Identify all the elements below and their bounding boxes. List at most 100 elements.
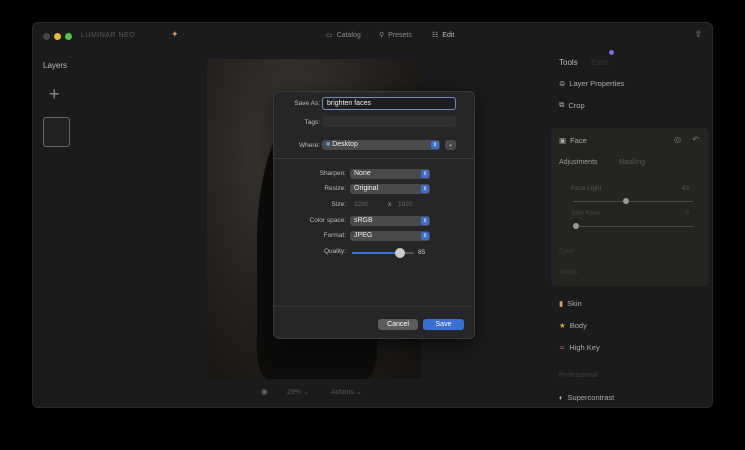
notification-dot	[609, 50, 614, 55]
save-as-label: Save As:	[294, 100, 320, 107]
sharpen-select[interactable]: None ⇕	[350, 169, 430, 179]
tool-crop[interactable]: ⧉ Crop	[559, 100, 585, 110]
layers-title: Layers	[43, 61, 68, 70]
nav-presets-label: Presets	[388, 31, 412, 39]
add-layer-button[interactable]: +	[49, 85, 60, 103]
tool-label: Supercontrast	[567, 393, 615, 402]
supercontrast-icon: ◐	[559, 393, 564, 402]
quality-value: 85	[418, 249, 426, 256]
face-header[interactable]: ▣ Face	[559, 136, 587, 145]
colorspace-select[interactable]: sRGB ⇕	[350, 216, 430, 226]
visibility-icon[interactable]: ◎	[674, 135, 681, 144]
tags-label: Tags:	[304, 119, 320, 126]
quality-label: Quality:	[323, 248, 346, 255]
divider	[274, 306, 474, 307]
actions-dropdown[interactable]: Actions ⌄	[331, 388, 362, 396]
slim-face-label: Slim Face	[571, 210, 600, 217]
colorspace-value: sRGB	[354, 217, 373, 224]
tab-adjustments[interactable]: Adjustments	[559, 159, 598, 166]
edits-tab[interactable]: Edits	[591, 58, 609, 67]
tool-skin[interactable]: ▮ Skin	[559, 299, 582, 308]
tools-tab[interactable]: Tools	[559, 58, 578, 67]
save-button[interactable]: Save	[423, 319, 464, 330]
tags-input[interactable]	[322, 116, 456, 127]
save-as-input[interactable]: brighten faces	[322, 97, 456, 110]
chevron-updown-icon: ⇕	[421, 232, 429, 240]
mouth-section[interactable]: Mouth	[559, 269, 577, 276]
nav-catalog-label: Catalog	[336, 31, 361, 39]
tool-body[interactable]: ★ Body	[559, 321, 587, 330]
resize-label: Resize:	[324, 185, 346, 192]
slider-knob[interactable]	[623, 198, 629, 204]
tool-label: Skin	[567, 299, 582, 308]
chevron-updown-icon: ⇕	[431, 141, 439, 149]
sharpen-label: Sharpen:	[319, 170, 346, 177]
where-select[interactable]: ■ Desktop ⇕	[322, 140, 440, 150]
cancel-button[interactable]: Cancel	[378, 319, 418, 330]
face-light-label: Face Light	[571, 185, 602, 192]
colorspace-label: Color space:	[309, 217, 347, 224]
tool-label: High Key	[569, 343, 600, 352]
app-window: LUMINAR NEO ✦ ▭ Catalog ⚲ Presets ☷ Edit ⇪ …	[32, 22, 713, 408]
resize-value: Original	[354, 185, 379, 192]
reset-icon[interactable]: ↶	[692, 135, 699, 144]
tool-high-key[interactable]: ≍ High Key	[559, 343, 600, 352]
zoom-value: 29%	[287, 389, 302, 396]
face-panel: ▣ Face ◎ ↶ Adjustments Masking Face Light…	[551, 128, 709, 286]
presets-icon: ⚲	[379, 32, 385, 39]
close-window-button[interactable]	[43, 33, 50, 40]
divider	[274, 158, 474, 159]
quality-slider[interactable]	[352, 248, 414, 258]
chevron-updown-icon: ⇕	[421, 217, 429, 225]
where-label: Where:	[299, 142, 320, 149]
width-field[interactable]: 1280	[354, 201, 368, 208]
folder-icon: ■	[326, 141, 331, 148]
catalog-icon: ▭	[326, 32, 333, 39]
layer-thumbnail[interactable]	[43, 117, 70, 147]
app-logo: LUMINAR NEO	[81, 32, 136, 39]
body-icon: ★	[559, 321, 566, 330]
tool-label: Body	[569, 321, 587, 330]
format-label: Format:	[323, 232, 346, 239]
chevron-updown-icon: ⇕	[421, 185, 429, 193]
expand-button[interactable]: ⌄	[445, 140, 456, 150]
quality-knob[interactable]	[395, 248, 405, 258]
actions-label: Actions	[331, 389, 354, 396]
face-light-slider[interactable]	[573, 198, 693, 204]
nav-presets[interactable]: ⚲ Presets	[379, 31, 412, 40]
tab-masking[interactable]: Masking	[619, 159, 645, 166]
edit-icon: ☷	[432, 32, 439, 39]
slim-face-value: 0	[685, 210, 689, 217]
rocket-icon[interactable]: ✦	[171, 29, 179, 40]
format-select[interactable]: JPEG ⇕	[350, 231, 430, 241]
skin-icon: ▮	[559, 299, 564, 308]
eyes-section[interactable]: Eyes	[559, 248, 573, 255]
crop-icon: ⧉	[559, 100, 565, 109]
zoom-window-button[interactable]	[65, 33, 72, 40]
where-value: Desktop	[332, 141, 358, 148]
nav-edit[interactable]: ☷ Edit	[432, 31, 455, 40]
slider-knob[interactable]	[573, 223, 579, 229]
high-key-icon: ≍	[559, 343, 566, 352]
tool-layer-properties[interactable]: ⊜ Layer Properties	[559, 79, 624, 88]
quality-fill	[352, 252, 398, 254]
share-icon[interactable]: ⇪	[694, 29, 702, 40]
tool-label: Layer Properties	[569, 79, 625, 88]
chevron-updown-icon: ⇕	[421, 170, 429, 178]
face-title: Face	[570, 136, 587, 145]
minimize-window-button[interactable]	[54, 33, 61, 40]
resize-select[interactable]: Original ⇕	[350, 184, 430, 194]
height-field[interactable]: 1920	[398, 201, 412, 208]
slim-face-slider[interactable]	[573, 223, 693, 229]
layers-icon: ⊜	[559, 79, 566, 88]
eye-icon[interactable]: ◉	[261, 387, 268, 396]
size-label: Size:	[331, 201, 346, 208]
zoom-dropdown[interactable]: 29% ⌄	[287, 388, 309, 396]
format-value: JPEG	[354, 232, 373, 239]
size-x-label: x	[388, 201, 392, 208]
nav-catalog[interactable]: ▭ Catalog	[326, 31, 361, 40]
tool-label: Crop	[568, 100, 585, 110]
nav-edit-label: Edit	[442, 31, 455, 39]
tool-supercontrast[interactable]: ◐ Supercontrast	[559, 393, 614, 402]
sharpen-value: None	[354, 170, 371, 177]
